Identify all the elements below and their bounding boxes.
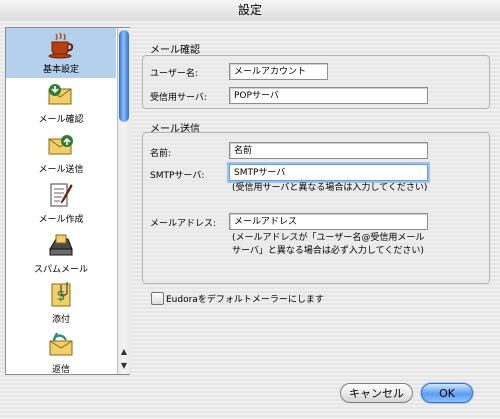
email-address-label: メールアドレス: <box>150 219 217 229</box>
sidebar-scrollbar[interactable]: ▲ ▼ <box>117 28 130 374</box>
default-mailer-label[interactable]: Eudoraをデフォルトメーラーにします <box>166 292 324 305</box>
sidebar-item-label: メール送信 <box>38 165 84 175</box>
cancel-button[interactable]: キャンセル <box>340 383 413 403</box>
sidebar-item-spam-mail[interactable]: スパムメール <box>6 228 116 278</box>
name-field[interactable]: 名前 <box>229 142 428 159</box>
username-field[interactable]: メールアカウント <box>229 63 328 80</box>
sidebar-item-label: 添付 <box>51 315 70 325</box>
sidebar-item-reply[interactable]: 返信 <box>6 328 116 378</box>
sidebar-item-label: 基本設定 <box>42 65 79 75</box>
check-mail-icon <box>48 84 72 105</box>
sidebar-item-check-mail[interactable]: メール確認 <box>6 78 116 128</box>
sidebar-item-send-mail[interactable]: メール送信 <box>6 128 116 178</box>
name-label: 名前: <box>150 149 172 159</box>
smtp-server-hint: (受信用サーバと異なる場合は入力してください) <box>232 183 428 193</box>
sidebar-item-label: スパムメール <box>33 265 88 275</box>
sidebar-item-compose-mail[interactable]: メール作成 <box>6 178 116 228</box>
sidebar-item-attachments[interactable]: $ 添付 <box>6 278 116 328</box>
default-mailer-checkbox[interactable] <box>151 292 164 305</box>
sidebar-item-basic-settings[interactable]: 基本設定 <box>6 28 116 78</box>
sidebar-item-label: メール確認 <box>38 115 84 125</box>
sidebar-item-label: メール作成 <box>38 215 84 225</box>
settings-sidebar: 基本設定 メール確認 メール送信 メール作成 スパムメール $ 添付 返信 ▲ … <box>5 27 130 375</box>
smtp-server-field[interactable]: SMTPサーバ <box>229 164 428 181</box>
window-title: 設定 <box>0 0 500 22</box>
incoming-server-field[interactable]: POPサーバ <box>229 87 428 104</box>
email-address-field[interactable]: メールアドレス <box>229 213 428 230</box>
email-address-hint-line2: サーバ」と異なる場合は必ず入力してください) <box>232 246 424 256</box>
scroll-down-icon[interactable]: ▼ <box>118 360 130 372</box>
scroll-up-icon[interactable]: ▲ <box>118 346 130 358</box>
scrollbar-thumb[interactable] <box>119 30 129 122</box>
username-label: ユーザー名: <box>150 69 198 79</box>
mail-check-group-title: メール確認 <box>150 45 200 56</box>
incoming-server-label: 受信用サーバ: <box>150 93 207 103</box>
sidebar-item-label: 返信 <box>51 365 70 375</box>
reply-icon <box>49 332 73 356</box>
email-address-hint-line1: (メールアドレスが「ユーザー名@受信用メール <box>232 233 425 243</box>
send-mail-icon <box>48 135 73 155</box>
smtp-server-label: SMTPサーバ: <box>150 171 205 181</box>
spam-mail-icon <box>49 234 73 256</box>
coffee-cup-icon <box>48 32 74 59</box>
attachment-icon: $ <box>51 282 71 307</box>
compose-mail-icon <box>50 183 73 207</box>
ok-button[interactable]: OK <box>421 383 473 403</box>
